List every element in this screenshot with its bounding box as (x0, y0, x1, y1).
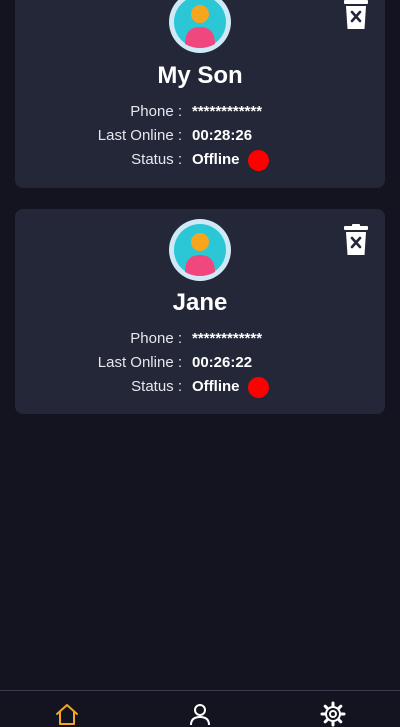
status-indicator (248, 377, 269, 398)
last-online-label: Last Online : (97, 354, 182, 371)
avatar-icon (169, 219, 231, 281)
status-row: Status : Offline (15, 376, 385, 400)
phone-value: ************ (192, 103, 263, 120)
status-label: Status : (131, 151, 182, 168)
status-label: Status : (131, 378, 182, 395)
last-online-row: Last Online : 00:26:22 (15, 352, 385, 376)
contact-card: Jane Phone : ************ Last Online : … (15, 209, 385, 414)
last-online-value: 00:28:26 (192, 127, 253, 144)
contact-name: My Son (157, 62, 243, 89)
trash-icon[interactable] (343, 0, 369, 30)
contact-card: My Son Phone : ************ Last Online … (15, 0, 385, 188)
home-icon[interactable] (54, 701, 80, 727)
last-online-label: Last Online : (97, 127, 182, 144)
status-row: Status : Offline (15, 149, 385, 173)
profile-icon[interactable] (187, 701, 213, 727)
phone-label: Phone : (130, 103, 182, 120)
avatar-icon (169, 0, 231, 53)
last-online-value: 00:26:22 (192, 354, 253, 371)
last-online-row: Last Online : 00:28:26 (15, 125, 385, 149)
status-indicator (248, 150, 269, 171)
phone-row: Phone : ************ (15, 328, 385, 352)
bottom-navigation (0, 690, 400, 727)
phone-label: Phone : (130, 330, 182, 347)
contact-name: Jane (172, 289, 228, 316)
phone-value: ************ (192, 330, 263, 347)
status-value: Offline (192, 378, 240, 395)
settings-icon[interactable] (320, 701, 346, 727)
status-value: Offline (192, 151, 240, 168)
phone-row: Phone : ************ (15, 101, 385, 125)
trash-icon[interactable] (343, 224, 369, 256)
